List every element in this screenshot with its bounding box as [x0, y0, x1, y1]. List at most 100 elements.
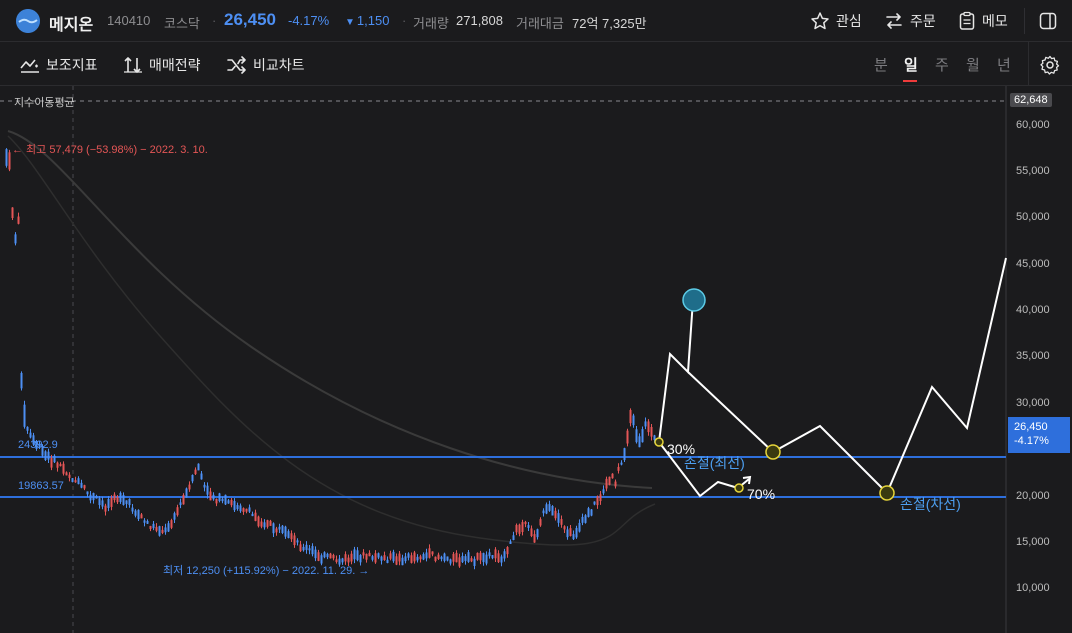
candle-body: [260, 521, 263, 527]
candle-body: [356, 550, 359, 561]
divider: [1028, 42, 1029, 86]
candle-body: [482, 553, 485, 563]
candle-body: [650, 426, 653, 437]
candle-body: [125, 500, 128, 504]
candle-body: [440, 556, 443, 560]
candle-body: [560, 519, 563, 525]
candle-body: [11, 207, 14, 219]
candle-body: [401, 557, 404, 566]
star-icon: [811, 12, 829, 30]
candle-body: [602, 489, 605, 494]
candle-body: [323, 552, 326, 558]
shuffle-icon: [227, 56, 246, 74]
candle-body: [290, 533, 293, 540]
sub-indicator-button[interactable]: 보조지표: [20, 55, 98, 75]
candle-body: [473, 558, 476, 566]
candle-body: [191, 474, 194, 482]
low-annotation: 최저 12,250 (+115.92%) − 2022. 11. 29. →: [163, 565, 370, 577]
candle-body: [434, 556, 437, 562]
candle-body: [497, 553, 500, 563]
period-week[interactable]: 주: [935, 54, 949, 75]
candle-body: [509, 541, 512, 545]
y-tick: 50,000: [1016, 211, 1050, 223]
candle-body: [209, 491, 212, 501]
candle-body: [437, 554, 440, 559]
candlestick-chart-canvas[interactable]: [0, 86, 1072, 633]
candle-body: [539, 519, 542, 526]
candle-body: [533, 534, 536, 543]
candle-body: [530, 528, 533, 537]
period-month[interactable]: 월: [966, 54, 980, 75]
candle-body: [215, 499, 218, 504]
watchlist-button[interactable]: 관심: [810, 11, 862, 31]
candle-body: [254, 512, 257, 521]
memo-button[interactable]: 메모: [958, 11, 1008, 31]
candle-body: [326, 553, 329, 558]
candle-body: [146, 520, 149, 524]
y-tick: 35,000: [1016, 350, 1050, 362]
candle-body: [365, 553, 368, 560]
candle-body: [149, 525, 152, 529]
candle-body: [284, 526, 287, 537]
price-chart[interactable]: 지수이동평균 62,648 60,000 55,000 50,000 45,00…: [0, 86, 1072, 633]
candle-body: [608, 476, 611, 485]
candle-body: [368, 552, 371, 557]
strategy-arrows-icon: [124, 57, 142, 73]
candle-body: [470, 558, 473, 562]
candle-body: [620, 462, 623, 465]
y-tick: 60,000: [1016, 119, 1050, 131]
side-panel-toggle[interactable]: [1039, 12, 1057, 35]
max-price-tag: 62,648: [1010, 93, 1052, 107]
chart-toolbar: 보조지표 매매전략 비교차트 분 일 주 월 년: [0, 42, 1072, 86]
trade-strategy-button[interactable]: 매매전략: [123, 55, 201, 75]
candle-body: [590, 509, 593, 516]
candle-body: [77, 478, 80, 485]
order-button[interactable]: 주문: [884, 11, 936, 31]
candle-body: [245, 508, 248, 512]
candle-body: [248, 507, 251, 512]
label-stop-first: 손절(최선): [684, 455, 745, 471]
period-day[interactable]: 일: [904, 54, 918, 75]
candle-body: [557, 513, 560, 523]
candle-body: [224, 494, 227, 505]
candle-body: [536, 529, 539, 538]
candle-body: [350, 553, 353, 562]
candle-body: [167, 523, 170, 532]
stock-name[interactable]: 메지온: [49, 11, 93, 35]
compare-chart-button[interactable]: 비교차트: [227, 55, 305, 75]
period-minute[interactable]: 분: [874, 54, 888, 75]
candle-body: [188, 484, 191, 490]
candle-body: [569, 528, 572, 536]
candle-body: [152, 523, 155, 529]
candle-body: [476, 552, 479, 560]
candle-body: [422, 554, 425, 560]
down-triangle-icon: ▼: [345, 17, 355, 28]
candle-body: [317, 552, 320, 561]
candle-body: [428, 548, 431, 558]
candle-body: [44, 451, 47, 461]
candle-body: [512, 535, 515, 541]
current-price-tag: 26,450 -4.17%: [1008, 417, 1070, 453]
indicator-label[interactable]: 지수이동평균: [14, 94, 75, 110]
candle-body: [563, 526, 566, 530]
period-year[interactable]: 년: [997, 54, 1011, 75]
candle-body: [458, 557, 461, 567]
candle-body: [413, 552, 416, 562]
chart-settings-button[interactable]: [1040, 55, 1060, 80]
y-tick: 10,000: [1016, 582, 1050, 594]
candle-body: [281, 525, 284, 533]
candle-body: [308, 548, 311, 551]
amount-value: 72억 7,325만: [572, 16, 647, 31]
stock-header: 메지온 140410 코스닥 · 26,450 -4.17% ▼ 1,150 · …: [0, 0, 1072, 42]
candle-body: [20, 373, 23, 389]
candle-body: [296, 540, 299, 543]
candle-body: [446, 556, 449, 561]
candle-body: [398, 553, 401, 562]
candle-body: [233, 501, 236, 511]
high-annotation: ← 최고 57,479 (−53.98%) − 2022. 3. 10.: [12, 144, 208, 156]
y-tick: 15,000: [1016, 536, 1050, 548]
candle-body: [383, 555, 386, 561]
candle-body: [494, 549, 497, 559]
candle-body: [278, 526, 281, 530]
current-price-tag-value: 26,450: [1014, 421, 1048, 433]
